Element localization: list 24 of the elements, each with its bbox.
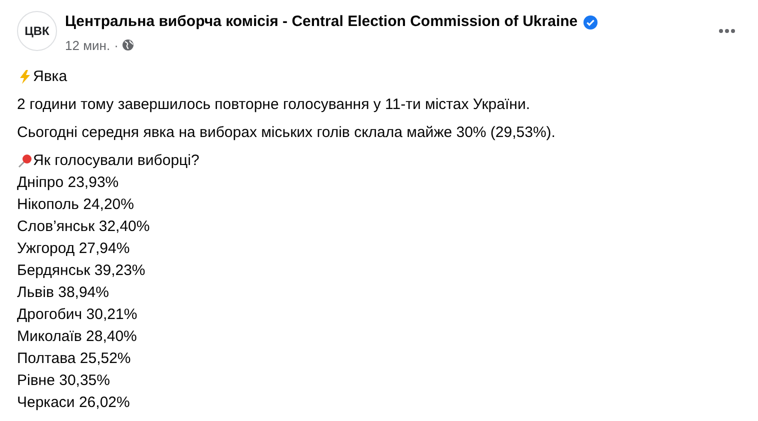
turnout-line: Миколаїв 28,40% xyxy=(17,327,137,347)
turnout-line: Рівне 30,35% xyxy=(17,371,110,391)
post-paragraph: Сьогодні середня явка на виборах міських голів склала майже 30% (29,53%). xyxy=(17,123,556,143)
post-title: Явка xyxy=(33,67,68,87)
turnout-line: Дрогобич 30,21% xyxy=(17,305,138,325)
globe-icon[interactable] xyxy=(122,39,134,52)
pushpin-icon xyxy=(17,153,33,169)
lightning-icon xyxy=(17,69,33,85)
turnout-line: Слов’янськ 32,40% xyxy=(17,217,150,237)
avatar-text: ЦВК xyxy=(24,23,50,40)
turnout-line: Львів 38,94% xyxy=(17,283,109,303)
turnout-line: Бердянськ 39,23% xyxy=(17,261,146,281)
list-heading: Як голосували виборці? xyxy=(33,151,200,171)
more-icon xyxy=(719,29,735,33)
turnout-line: Черкаси 26,02% xyxy=(17,393,130,413)
turnout-line: Ужгород 27,94% xyxy=(17,239,130,259)
turnout-line: Полтава 25,52% xyxy=(17,349,131,369)
turnout-line: Дніпро 23,93% xyxy=(17,173,119,193)
page-name-link[interactable]: Центральна виборча комісія - Central Election Commission of Ukraine xyxy=(65,11,578,34)
turnout-line: Нікополь 24,20% xyxy=(17,195,134,215)
separator-dot: · xyxy=(114,36,118,54)
post-paragraph: 2 години тому завершилось повторне голосування у 11-ти містах України. xyxy=(17,95,531,115)
avatar[interactable]: ЦВК xyxy=(17,11,57,51)
post-time-link[interactable]: 12 мин. xyxy=(65,36,110,55)
